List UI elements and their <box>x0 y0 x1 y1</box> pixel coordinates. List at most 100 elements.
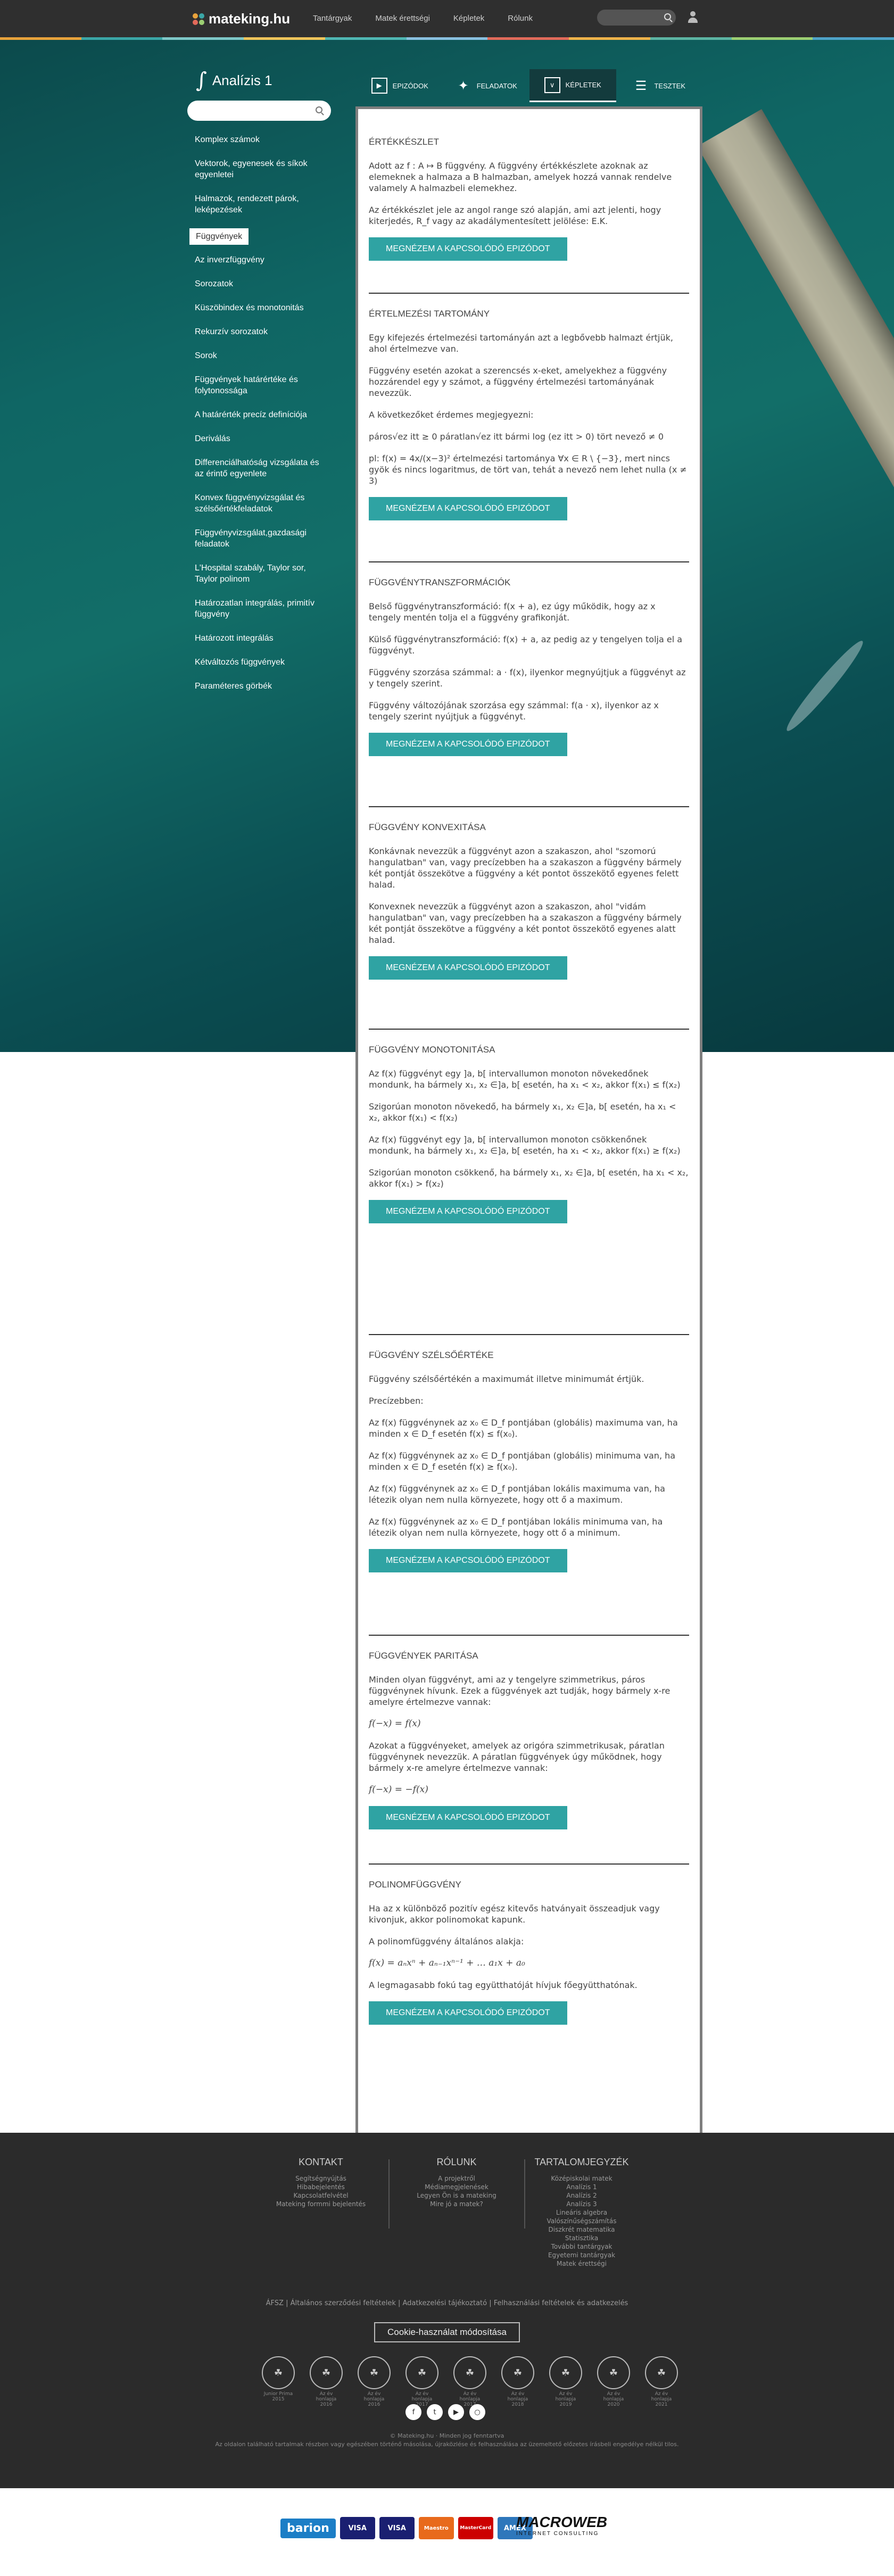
nav-tantargyak[interactable]: Tantárgyak <box>313 14 352 23</box>
sidebar-item[interactable]: Függvényvizsgálat,gazdasági feladatok <box>189 527 333 550</box>
section-paragraph: Ha az x különböző pozitív egész kitevős … <box>369 1903 660 1925</box>
sidebar-item[interactable]: Sorok <box>189 350 333 361</box>
footer-link[interactable]: Diszkrét matematika <box>515 2225 648 2234</box>
award-label: Az év honlapja 2018 <box>507 2391 528 2407</box>
social-links: f t ▶ ○ <box>405 2404 485 2420</box>
top-search-input[interactable] <box>597 10 676 26</box>
footer-col-title: TARTALOMJEGYZÉK <box>534 2157 629 2167</box>
footer-link[interactable]: Mire jó a matek? <box>398 2200 515 2208</box>
related-episode-button[interactable]: MEGNÉZEM A KAPCSOLÓDÓ EPIZÓDOT <box>369 1549 567 1572</box>
macroweb-logo[interactable]: MACROWEB INTERNET CONSULTING <box>516 2514 607 2537</box>
facebook-icon[interactable]: f <box>405 2404 421 2420</box>
award-icon: ☘ <box>358 2356 391 2389</box>
instagram-icon[interactable]: ○ <box>469 2404 485 2420</box>
award-icon: ☘ <box>645 2356 678 2389</box>
related-episode-button[interactable]: MEGNÉZEM A KAPCSOLÓDÓ EPIZÓDOT <box>369 237 567 261</box>
footer-link[interactable]: Valószínűségszámítás <box>515 2217 648 2225</box>
sidebar-item[interactable]: Sorozatok <box>189 278 333 289</box>
logo-text: mateking.hu <box>209 11 291 27</box>
award-badge: ☘ Az év honlapja 2017 <box>405 2356 438 2407</box>
section-separator <box>369 1334 689 1335</box>
sidebar-item[interactable]: A határérték precíz definíciója <box>189 409 333 420</box>
search-icon[interactable] <box>316 106 322 113</box>
award-badge: ☘ Az év honlapja 2016 <box>358 2356 391 2407</box>
nav-kepletek[interactable]: Képletek <box>453 14 484 23</box>
youtube-icon[interactable]: ▶ <box>448 2404 464 2420</box>
footer-link[interactable]: Médiamegjelenések <box>398 2183 515 2191</box>
sidebar-item[interactable]: Differenciálhatóság vizsgálata és az éri… <box>189 457 333 479</box>
related-episode-button[interactable]: MEGNÉZEM A KAPCSOLÓDÓ EPIZÓDOT <box>369 1806 567 1829</box>
sidebar-item[interactable]: Függvények határértéke és folytonossága <box>189 374 333 396</box>
footer-link[interactable]: Mateking formmi bejelentés <box>262 2200 379 2208</box>
section-paragraph: Függvény szorzása számmal: a · f(x), ily… <box>369 667 686 689</box>
tab-tesztek[interactable]: ☰ TESZTEK <box>616 69 703 102</box>
sidebar-item[interactable]: Halmazok, rendezett párok, leképezések <box>189 193 333 216</box>
related-episode-button[interactable]: MEGNÉZEM A KAPCSOLÓDÓ EPIZÓDOT <box>369 2001 567 2025</box>
formula-section: FÜGGVÉNY KONVEXITÁSA Konkávnak nevezzük a… <box>369 822 689 980</box>
search-icon[interactable] <box>664 13 671 20</box>
sidebar-item[interactable]: Határozott integrálás <box>189 633 333 644</box>
section-title: FÜGGVÉNY MONOTONITÁSA <box>369 1045 495 1055</box>
section-paragraph: A polinomfüggvény általános alakja: <box>369 1936 524 1947</box>
footer-link[interactable]: Analízis 1 <box>515 2183 648 2191</box>
footer-link[interactable]: Statisztika <box>515 2234 648 2242</box>
award-label: Az év honlapja 2016 <box>316 2391 337 2407</box>
nav-rolunk[interactable]: Rólunk <box>508 14 533 23</box>
section-paragraph: Konkávnak nevezzük a függvényt azon a sz… <box>369 846 682 890</box>
sidebar-item[interactable]: Deriválás <box>189 433 333 444</box>
footer: KONTAKT Segítségnyújtás Hibabejelentés K… <box>0 2133 894 2488</box>
disclaimer-text: Az oldalon található tartalmak részben v… <box>215 2441 679 2448</box>
sidebar-item[interactable]: Határozatlan integrálás, primitív függvé… <box>189 598 333 620</box>
nav-matek-erettsegi[interactable]: Matek érettségi <box>375 14 430 23</box>
sidebar-item[interactable]: Kétváltozós függvények <box>189 657 333 668</box>
formula: f(−x) = f(x) <box>369 1718 421 1729</box>
section-title: POLINOMFÜGGVÉNY <box>369 1879 461 1890</box>
site-logo[interactable]: mateking.hu <box>193 11 290 27</box>
award-icon: ☘ <box>262 2356 295 2389</box>
twitter-icon[interactable]: t <box>427 2404 443 2420</box>
footer-link[interactable]: Középiskolai matek <box>515 2174 648 2183</box>
footer-link[interactable]: Analízis 2 <box>515 2191 648 2200</box>
footer-link[interactable]: Legyen Ön is a mateking <box>398 2191 515 2200</box>
footer-link[interactable]: Hibabejelentés <box>262 2183 379 2191</box>
content-tabs: ▶ EPIZÓDOK ✦ FELADATOK ∨ KÉPLETEK ☰ TESZTEK <box>357 69 702 102</box>
sidebar-item[interactable]: Vektorok, egyenesek és síkok egyenletei <box>189 158 333 180</box>
related-episode-button[interactable]: MEGNÉZEM A KAPCSOLÓDÓ EPIZÓDOT <box>369 733 567 756</box>
related-episode-button[interactable]: MEGNÉZEM A KAPCSOLÓDÓ EPIZÓDOT <box>369 1200 567 1223</box>
puzzle-icon: ✦ <box>458 78 469 93</box>
tab-feladatok[interactable]: ✦ FELADATOK <box>443 69 530 102</box>
tab-kepletek[interactable]: ∨ KÉPLETEK <box>529 69 616 102</box>
sidebar-item[interactable]: Konvex függvényvizsgálat és szélsőértékf… <box>189 492 333 515</box>
footer-link[interactable]: Egyetemi tantárgyak <box>515 2251 648 2259</box>
cookie-settings-button[interactable]: Cookie-használat módosítása <box>374 2322 520 2342</box>
sidebar-item[interactable]: Az inverzfüggvény <box>189 254 333 266</box>
sidebar-search-input[interactable] <box>187 101 331 121</box>
footer-link[interactable]: A projektről <box>398 2174 515 2183</box>
formula-section: FÜGGVÉNYTRANSZFORMÁCIÓK Belső függvénytra… <box>369 577 689 756</box>
sidebar-item[interactable]: Függvények <box>189 228 249 245</box>
footer-link[interactable]: Kapcsolatfelvétel <box>262 2191 379 2200</box>
related-episode-button[interactable]: MEGNÉZEM A KAPCSOLÓDÓ EPIZÓDOT <box>369 497 567 520</box>
footer-link[interactable]: Analízis 3 <box>515 2200 648 2208</box>
footer-link[interactable]: További tantárgyak <box>515 2242 648 2251</box>
sidebar-item[interactable]: L'Hospital szabály, Taylor sor, Taylor p… <box>189 562 333 585</box>
footer-link[interactable]: Matek érettségi <box>515 2259 648 2268</box>
sidebar-item[interactable]: Küszöbindex és monotonitás <box>189 302 333 313</box>
formula-section: POLINOMFÜGGVÉNY Ha az x különböző pozitív… <box>369 1879 689 2025</box>
formula-panel: ÉRTÉKKÉSZLET Adott az f : A ↦ B függvény.… <box>355 106 702 2161</box>
sidebar-item[interactable]: Rekurzív sorozatok <box>189 326 333 337</box>
sidebar-item[interactable]: Paraméteres görbék <box>189 681 333 692</box>
award-badge: ☘ Junior Prima 2015 <box>262 2356 295 2407</box>
section-paragraph: Függvény változójának szorzása egy számm… <box>369 700 659 722</box>
footer-link[interactable]: Lineáris algebra <box>515 2208 648 2217</box>
tab-epizodok[interactable]: ▶ EPIZÓDOK <box>357 69 443 102</box>
related-episode-button[interactable]: MEGNÉZEM A KAPCSOLÓDÓ EPIZÓDOT <box>369 956 567 980</box>
footer-col-tartalom: TARTALOMJEGYZÉK Középiskolai matek Analíz… <box>515 2157 648 2268</box>
sidebar-item[interactable]: Komplex számok <box>189 134 333 145</box>
legal-links[interactable]: ÁFSZ | Általános szerződési feltételek |… <box>0 2299 894 2307</box>
award-label: Junior Prima 2015 <box>263 2391 293 2402</box>
footer-link[interactable]: Segítségnyújtás <box>262 2174 379 2183</box>
section-paragraph: Minden olyan függvényt, ami az y tengely… <box>369 1675 670 1707</box>
section-title: ÉRTÉKKÉSZLET <box>369 137 439 147</box>
user-icon[interactable] <box>688 11 698 23</box>
